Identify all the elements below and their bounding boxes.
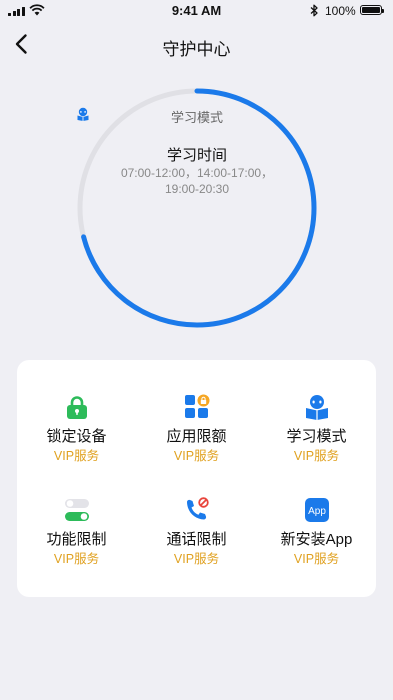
battery-icon	[360, 5, 384, 15]
page-title: 守护中心	[162, 40, 231, 59]
feature-label: 应用限额	[166, 428, 227, 445]
feature-card: 锁定设备 VIP服务 应用限额 VIP服务 学习模式 VIP服务 功能限制 VI…	[17, 360, 376, 597]
mode-tag-label: 学习模式	[170, 110, 223, 125]
lock-icon	[66, 396, 87, 419]
bluetooth-icon	[310, 4, 318, 17]
feature-lock-device[interactable]: 锁定设备 VIP服务	[17, 360, 136, 463]
nav-bar: 守护中心	[0, 22, 393, 66]
phone-block-icon	[186, 497, 209, 520]
feature-call-limit[interactable]: 通话限制 VIP服务	[137, 463, 256, 566]
status-bar: 9:41 AM 100%	[0, 0, 393, 22]
study-mode-icon	[305, 395, 328, 420]
vip-badge: VIP服务	[173, 449, 220, 463]
svg-text:App: App	[308, 506, 326, 517]
feature-study-mode[interactable]: 学习模式 VIP服务	[257, 360, 376, 463]
app-limit-icon	[184, 394, 209, 418]
feature-label: 新安装App	[280, 531, 353, 548]
vip-badge: VIP服务	[53, 449, 100, 463]
feature-label: 通话限制	[166, 531, 227, 548]
study-time-ring: 学习模式 学习时间 07:00-12:00，14:00-17:00，19:00-…	[76, 87, 318, 329]
feature-app-limit[interactable]: 应用限额 VIP服务	[137, 360, 256, 463]
vip-badge: VIP服务	[53, 552, 100, 566]
toggle-icon	[64, 499, 89, 521]
vip-badge: VIP服务	[293, 552, 340, 566]
app-install-icon: App	[304, 498, 329, 522]
mode-tag: 学习模式	[76, 107, 318, 126]
feature-new-app[interactable]: App 新安装App VIP服务	[257, 463, 376, 566]
feature-function-limit[interactable]: 功能限制 VIP服务	[17, 463, 136, 566]
feature-grid: 锁定设备 VIP服务 应用限额 VIP服务 学习模式 VIP服务 功能限制 VI…	[17, 360, 376, 597]
feature-label: 锁定设备	[46, 428, 107, 445]
battery-percent: 100%	[325, 4, 356, 18]
study-mode-icon	[77, 107, 89, 121]
vip-badge: VIP服务	[173, 552, 220, 566]
feature-label: 功能限制	[46, 531, 107, 548]
ring-title: 学习时间	[166, 147, 227, 164]
ring-times: 07:00-12:00，14:00-17:00，19:00-20:30	[120, 166, 274, 196]
feature-label: 学习模式	[286, 428, 347, 445]
vip-badge: VIP服务	[293, 449, 340, 463]
